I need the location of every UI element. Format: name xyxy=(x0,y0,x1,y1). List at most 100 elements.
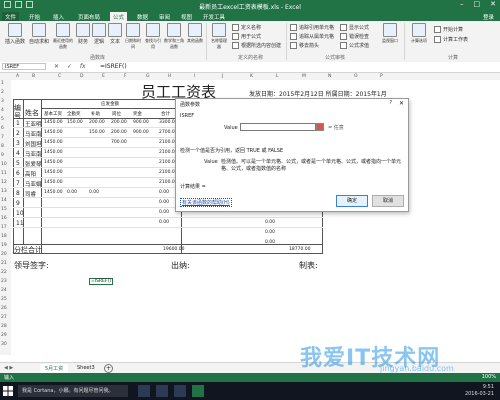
column-header[interactable]: J xyxy=(222,74,223,79)
range-picker-icon[interactable] xyxy=(316,123,324,131)
table-cell[interactable]: 200.00 xyxy=(111,120,127,125)
table-cell[interactable]: 150.00 xyxy=(67,120,83,125)
employee-number[interactable]: 5 xyxy=(16,160,20,167)
column-header[interactable]: K xyxy=(250,74,253,79)
row-header[interactable]: 23 xyxy=(1,279,7,284)
help-icon[interactable]: ? xyxy=(389,100,392,106)
logical-button[interactable]: 逻辑 xyxy=(92,23,106,45)
table-cell[interactable]: 0.00 xyxy=(159,220,169,225)
row-header[interactable]: 28 xyxy=(1,324,7,329)
app-icon[interactable] xyxy=(156,385,168,397)
row-header[interactable]: 1 xyxy=(1,81,4,86)
column-header[interactable]: N xyxy=(328,74,331,79)
formula-input[interactable]: =ISREF() xyxy=(100,63,127,70)
row-header[interactable]: 25 xyxy=(1,297,7,302)
show-formulas-button[interactable]: 显示公式 xyxy=(340,24,369,31)
table-cell[interactable]: 200.00 xyxy=(89,120,105,125)
employee-name[interactable]: 刘国坦 xyxy=(25,140,42,148)
table-cell[interactable]: 0.00 xyxy=(265,230,275,235)
row-header[interactable]: 24 xyxy=(1,288,7,293)
table-cell[interactable]: 1450.00 xyxy=(44,190,63,195)
table-cell[interactable]: 0.00 xyxy=(159,210,169,215)
create-from-selection-button[interactable]: 根据所选内容创建 xyxy=(232,42,281,49)
login-link[interactable]: 登录 xyxy=(483,13,494,21)
table-cell[interactable]: 0.00 xyxy=(159,190,169,195)
watch-window-button[interactable]: 监视窗口 xyxy=(380,23,400,44)
employee-number[interactable]: 8 xyxy=(16,190,20,197)
cortana-search[interactable]: 我是 Cortana，小娜。有问题尽管问我。 xyxy=(18,385,128,397)
column-header[interactable]: P xyxy=(380,74,383,79)
row-header[interactable]: 9 xyxy=(1,153,4,158)
fx-icon[interactable]: fx xyxy=(80,63,86,70)
calc-options-button[interactable]: 计算选项 xyxy=(408,23,430,44)
table-cell[interactable]: 0.00 xyxy=(67,190,77,195)
evaluate-formula-button[interactable]: 公式求值 xyxy=(340,42,369,49)
row-header[interactable]: 20 xyxy=(1,252,7,257)
employee-number[interactable]: 9 xyxy=(16,200,20,207)
employee-name[interactable]: 张爱琴 xyxy=(25,160,42,168)
table-cell[interactable]: 200.00 xyxy=(111,130,127,135)
recent-functions-button[interactable]: 最近使用的函数 xyxy=(52,23,74,50)
employee-name[interactable]: 马亚娟 xyxy=(25,180,42,188)
employee-name[interactable]: 司睿 xyxy=(25,190,36,198)
enter-icon[interactable]: ✓ xyxy=(67,63,72,70)
row-header[interactable]: 11 xyxy=(1,171,7,176)
column-header[interactable]: G xyxy=(146,74,150,79)
subtotal-right[interactable]: 18770.00 xyxy=(289,247,310,252)
remove-arrows-button[interactable]: 移去箭头 xyxy=(290,42,319,49)
row-header[interactable]: 3 xyxy=(1,99,4,104)
employee-number[interactable]: 11 xyxy=(16,220,24,227)
close-icon[interactable]: ✕ xyxy=(490,0,496,8)
windows-start-icon[interactable] xyxy=(3,386,13,396)
employee-number[interactable]: 1 xyxy=(16,120,20,127)
autosum-button[interactable]: 自动求和 xyxy=(28,23,50,45)
employee-name[interactable]: 高阳 xyxy=(25,170,36,178)
close-icon[interactable]: ✕ xyxy=(399,100,404,107)
row-header[interactable]: 26 xyxy=(1,306,7,311)
row-header[interactable]: 15 xyxy=(1,207,7,212)
table-cell[interactable]: 1450.00 xyxy=(44,120,63,125)
column-header[interactable]: M xyxy=(302,74,306,79)
name-box[interactable]: ISREF xyxy=(2,63,46,70)
column-header[interactable]: H xyxy=(168,74,171,79)
table-cell[interactable]: 0.00 xyxy=(265,220,275,225)
undo-icon[interactable] xyxy=(15,1,22,8)
sheet-tab[interactable]: Sheet3 xyxy=(72,364,100,372)
name-manager-button[interactable]: 名称管理器 xyxy=(210,23,228,50)
column-header[interactable]: A xyxy=(16,74,19,79)
employee-number[interactable]: 10 xyxy=(16,210,24,217)
row-header[interactable]: 8 xyxy=(1,144,4,149)
row-header[interactable]: 30 xyxy=(1,342,7,347)
row-header[interactable]: 18 xyxy=(1,234,7,239)
employee-number[interactable]: 7 xyxy=(16,180,20,187)
employee-name[interactable]: 马亚南 xyxy=(25,130,42,138)
system-clock[interactable]: 9:51 2016-03-21 xyxy=(465,384,494,398)
zoom-level[interactable]: 100% xyxy=(482,374,496,380)
trace-dependents-button[interactable]: 追踪从属单元格 xyxy=(290,33,334,40)
employee-number[interactable]: 4 xyxy=(16,150,20,157)
employee-number[interactable]: 2 xyxy=(16,130,20,137)
row-header[interactable]: 5 xyxy=(1,117,4,122)
employee-name[interactable]: 马亚南 xyxy=(25,150,42,158)
table-cell[interactable]: 0.00 xyxy=(89,190,99,195)
row-header[interactable]: 21 xyxy=(1,261,7,266)
active-cell[interactable]: =ISREF() xyxy=(89,278,114,285)
row-header[interactable]: 19 xyxy=(1,243,7,248)
insert-function-button[interactable]: 插入函数 xyxy=(3,23,27,45)
column-header[interactable]: B xyxy=(32,74,35,79)
employee-number[interactable]: 3 xyxy=(16,140,20,147)
ok-button[interactable]: 确定 xyxy=(336,195,368,207)
row-header[interactable]: 6 xyxy=(1,126,4,131)
column-header[interactable]: F xyxy=(124,74,127,79)
subtotal-total[interactable]: 19600.00 xyxy=(163,247,184,252)
row-header[interactable]: 4 xyxy=(1,108,4,113)
row-header[interactable]: 10 xyxy=(1,162,7,167)
lookup-button[interactable]: 查找与引用 xyxy=(144,23,162,50)
minimize-icon[interactable]: – xyxy=(460,0,464,8)
datetime-button[interactable]: 日期和时间 xyxy=(124,23,142,50)
calculate-now-button[interactable]: 开始计算 xyxy=(434,26,463,33)
row-header[interactable]: 17 xyxy=(1,225,7,230)
row-header[interactable]: 29 xyxy=(1,333,7,338)
row-header[interactable]: 12 xyxy=(1,180,7,185)
help-link[interactable]: 有关该函数的帮助(H) xyxy=(180,198,232,207)
